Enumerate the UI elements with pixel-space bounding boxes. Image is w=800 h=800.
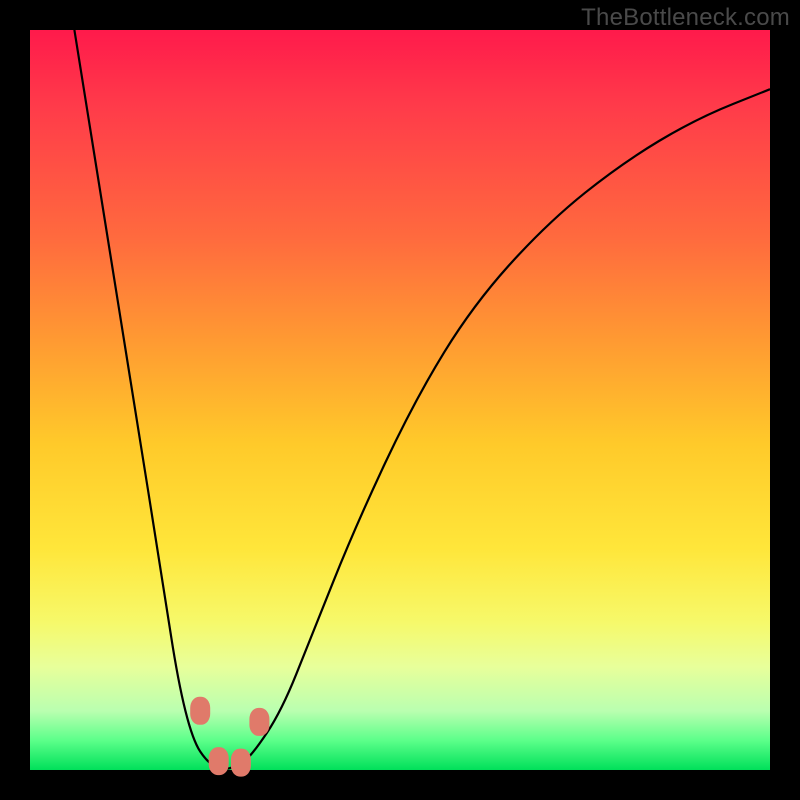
chart-svg [30,30,770,770]
curve-marker [249,708,269,736]
curve-marker [190,697,210,725]
curve-marker [209,747,229,775]
bottleneck-curve [74,30,770,769]
curve-markers [190,697,269,777]
curve-marker [231,749,251,777]
chart-plot-area [30,30,770,770]
watermark-text: TheBottleneck.com [581,4,790,32]
